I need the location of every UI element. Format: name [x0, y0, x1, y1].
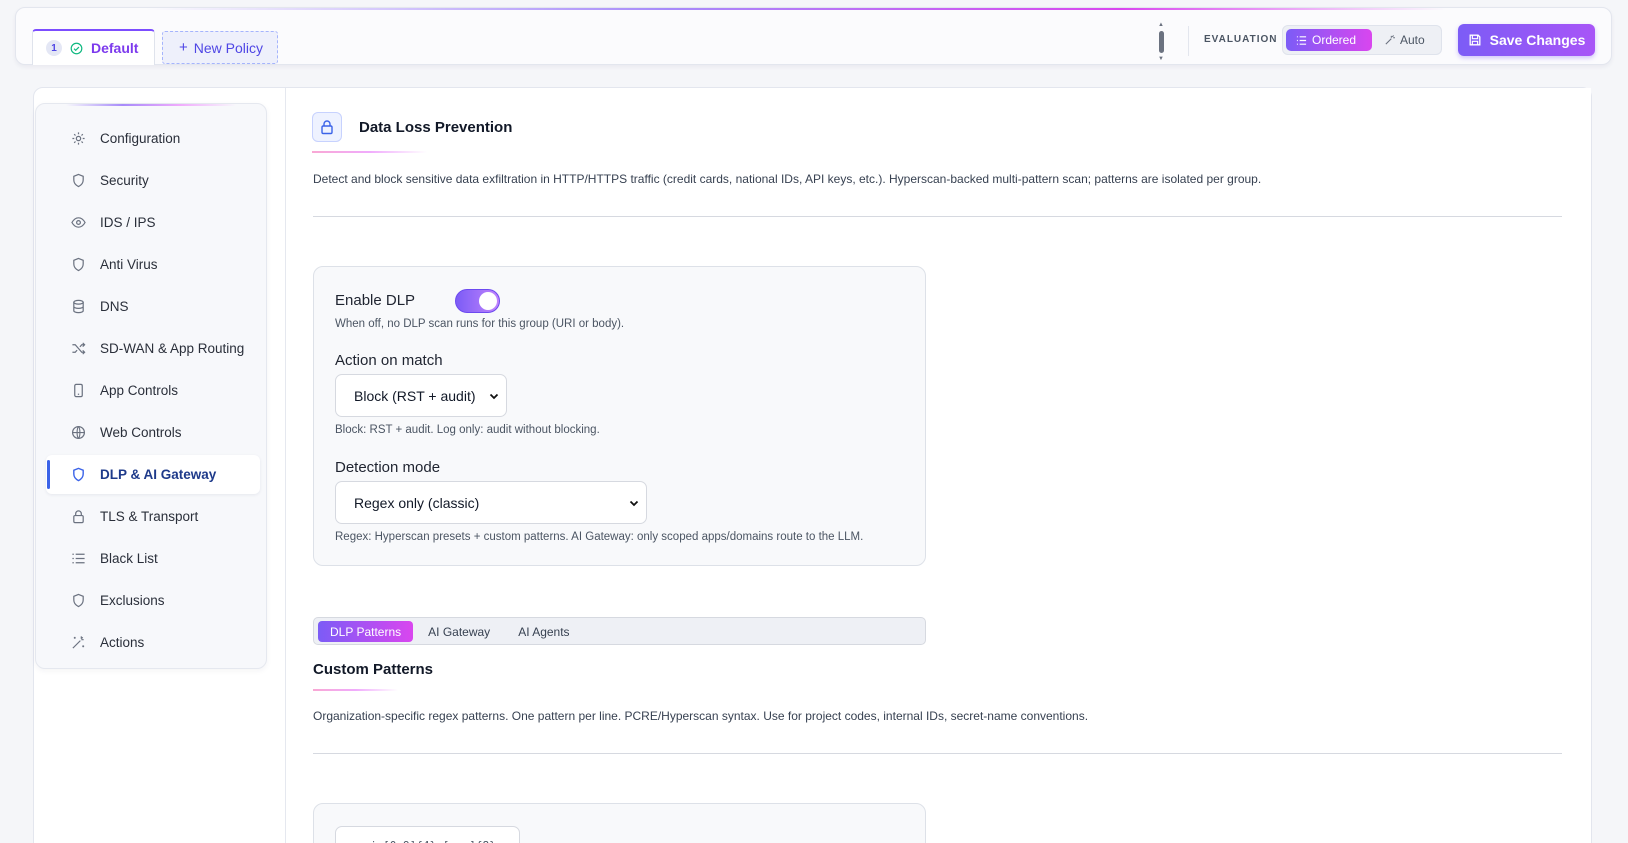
- custom-patterns-title: Custom Patterns: [313, 661, 434, 678]
- eye-icon: [70, 215, 86, 231]
- sidebar-item-ids-ips[interactable]: IDS / IPS: [46, 203, 260, 242]
- sidebar-item-label: IDS / IPS: [100, 215, 156, 230]
- auto-label: Auto: [1400, 33, 1425, 47]
- lock-icon: [312, 112, 342, 142]
- sidebar-item-label: TLS & Transport: [100, 509, 199, 524]
- ordered-label: Ordered: [1312, 33, 1357, 47]
- custom-pattern-input[interactable]: proj-[0-9]{4}-[a-z]{8}: [335, 826, 520, 843]
- settings-sidebar: Configuration Security IDS / IPS Anti Vi…: [35, 103, 267, 669]
- new-policy-button[interactable]: + New Policy: [162, 31, 278, 64]
- sidebar-item-tls-transport[interactable]: TLS & Transport: [46, 497, 260, 536]
- action-on-match-select[interactable]: Block (RST + audit): [335, 374, 507, 417]
- policy-toolbar: 1 Default + New Policy ▲ ▼ EVALUATION Or…: [15, 7, 1612, 65]
- smartphone-icon: [70, 383, 86, 399]
- custom-patterns-card: proj-[0-9]{4}-[a-z]{8}: [313, 803, 926, 843]
- action-on-match-help: Block: RST + audit. Log only: audit with…: [335, 424, 600, 436]
- detection-mode-label: Detection mode: [335, 459, 441, 476]
- sidebar-item-web-controls[interactable]: Web Controls: [46, 413, 260, 452]
- sidebar-item-label: Configuration: [100, 131, 181, 146]
- sidebar-item-security[interactable]: Security: [46, 161, 260, 200]
- selected-value: Regex only (classic): [354, 494, 480, 511]
- tab-scroll-handle[interactable]: ▲ ▼: [1157, 22, 1165, 62]
- sidebar-item-label: App Controls: [100, 383, 179, 398]
- detection-mode-select[interactable]: Regex only (classic): [335, 481, 647, 524]
- shield-icon: [70, 257, 86, 273]
- sidebar-item-app-controls[interactable]: App Controls: [46, 371, 260, 410]
- sidebar-item-label: Exclusions: [100, 593, 165, 608]
- page-description: Detect and block sensitive data exfiltra…: [313, 172, 1262, 186]
- list-icon: [1296, 35, 1307, 46]
- sidebar-item-black-list[interactable]: Black List: [46, 539, 260, 578]
- evaluation-label: EVALUATION: [1204, 34, 1278, 45]
- enable-dlp-help: When off, no DLP scan runs for this grou…: [335, 318, 625, 330]
- sidebar-item-anti-virus[interactable]: Anti Virus: [46, 245, 260, 284]
- divider: [1188, 26, 1189, 56]
- sidebar-item-label: Black List: [100, 551, 158, 566]
- policy-number-badge: 1: [46, 40, 62, 56]
- dlp-settings-card: Enable DLP When off, no DLP scan runs fo…: [313, 266, 926, 566]
- tab-ai-agents[interactable]: AI Agents: [505, 621, 582, 642]
- evaluation-ordered-button[interactable]: Ordered: [1286, 29, 1372, 51]
- shield-icon: [70, 467, 86, 483]
- sidebar-item-dlp-ai-gateway[interactable]: DLP & AI Gateway: [46, 455, 260, 494]
- accent-line: [66, 104, 236, 106]
- accent-line: [146, 8, 1446, 10]
- arrow-up-icon: ▲: [1158, 22, 1164, 28]
- lock-icon: [70, 509, 86, 525]
- enable-dlp-label: Enable DLP: [335, 292, 416, 309]
- globe-icon: [70, 425, 86, 441]
- sidebar-item-label: DLP & AI Gateway: [100, 467, 217, 482]
- tab-label: Default: [91, 40, 139, 56]
- arrow-down-icon: ▼: [1158, 56, 1164, 62]
- evaluation-toggle: Ordered Auto: [1282, 25, 1442, 55]
- page-title: Data Loss Prevention: [359, 119, 513, 136]
- sidebar-item-label: SD-WAN & App Routing: [100, 341, 245, 356]
- new-policy-label: New Policy: [193, 39, 264, 56]
- check-circle-icon: [70, 42, 83, 55]
- sidebar-item-exclusions[interactable]: Exclusions: [46, 581, 260, 620]
- divider: [313, 753, 1562, 754]
- plus-icon: +: [179, 38, 188, 56]
- shield-icon: [70, 173, 86, 189]
- sidebar-item-actions[interactable]: Actions: [46, 623, 260, 662]
- sidebar-item-label: Anti Virus: [100, 257, 158, 272]
- sidebar-item-sd-wan[interactable]: SD-WAN & App Routing: [46, 329, 260, 368]
- sidebar-item-label: Web Controls: [100, 425, 182, 440]
- enable-dlp-toggle[interactable]: [455, 289, 500, 313]
- wand-icon: [1384, 34, 1395, 46]
- list-icon: [70, 551, 86, 567]
- chevron-down-icon: [629, 500, 639, 506]
- sidebar-item-configuration[interactable]: Configuration: [46, 119, 260, 158]
- evaluation-auto-button[interactable]: Auto: [1374, 29, 1435, 51]
- title-underline: [313, 689, 398, 691]
- tab-default-policy[interactable]: 1 Default: [32, 29, 155, 65]
- tab-ai-gateway[interactable]: AI Gateway: [415, 621, 503, 642]
- title-underline: [312, 151, 427, 153]
- save-changes-button[interactable]: Save Changes: [1458, 24, 1595, 56]
- dlp-tabs: DLP Patterns AI Gateway AI Agents: [313, 617, 926, 645]
- detection-mode-help: Regex: Hyperscan presets + custom patter…: [335, 531, 864, 543]
- wand-icon: [70, 635, 86, 651]
- shuffle-icon: [70, 341, 86, 357]
- sidebar-item-label: DNS: [100, 299, 129, 314]
- gear-icon: [70, 131, 86, 147]
- sidebar-item-dns[interactable]: DNS: [46, 287, 260, 326]
- database-icon: [70, 299, 86, 315]
- custom-patterns-description: Organization-specific regex patterns. On…: [313, 709, 1089, 723]
- shield-icon: [70, 593, 86, 609]
- action-on-match-label: Action on match: [335, 352, 443, 369]
- sidebar-item-label: Security: [100, 173, 149, 188]
- tab-dlp-patterns[interactable]: DLP Patterns: [318, 621, 414, 642]
- chevron-down-icon: [489, 393, 499, 399]
- page-scrollbar[interactable]: [1618, 0, 1628, 843]
- save-icon: [1468, 33, 1482, 47]
- sidebar-item-label: Actions: [100, 635, 145, 650]
- divider: [313, 216, 1562, 217]
- save-label: Save Changes: [1489, 32, 1586, 48]
- selected-value: Block (RST + audit): [354, 387, 476, 404]
